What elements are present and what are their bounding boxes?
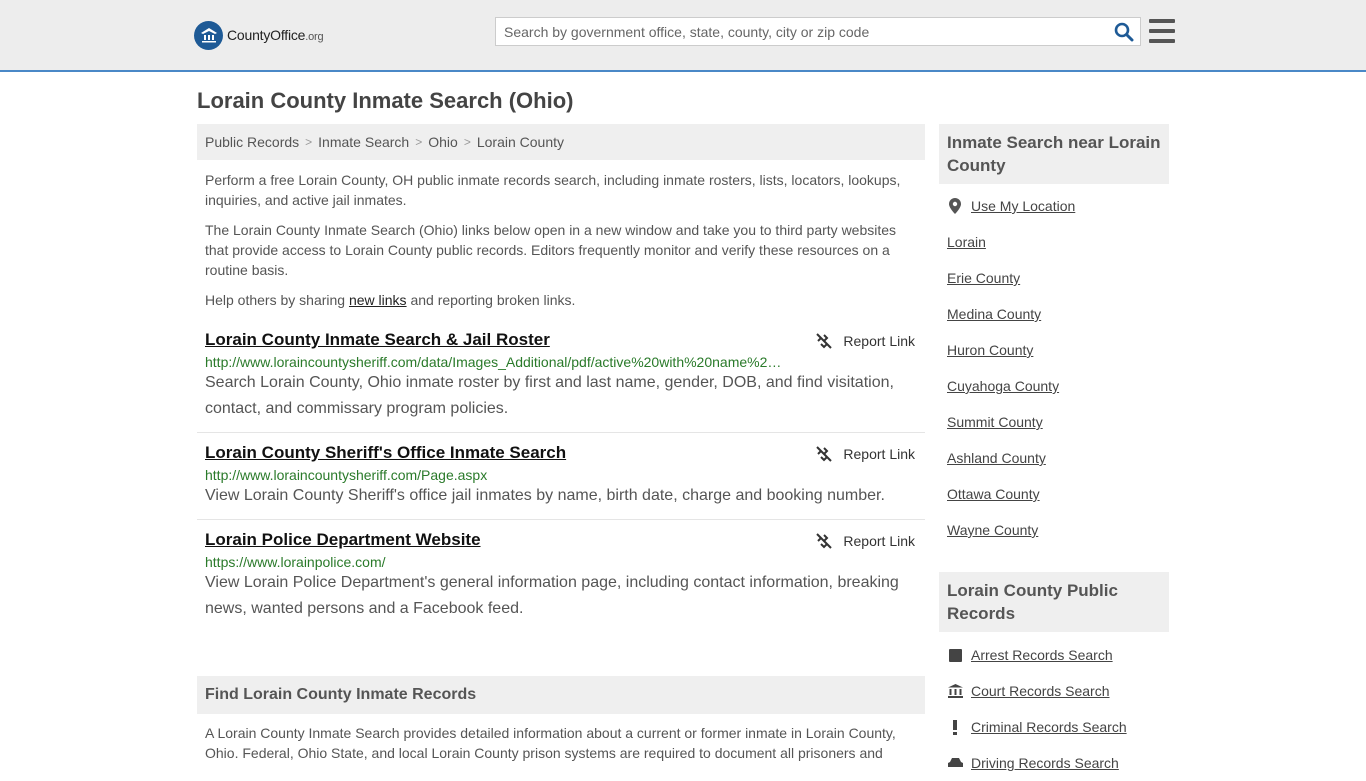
intro-paragraph: The Lorain County Inmate Search (Ohio) l… <box>205 222 897 278</box>
find-records-heading: Find Lorain County Inmate Records <box>197 676 925 714</box>
sidebar-item-nearby[interactable]: Wayne County <box>939 512 1169 548</box>
sidebar-item-use-location[interactable]: Use My Location <box>939 188 1169 224</box>
site-search <box>495 17 1141 46</box>
breadcrumb-inmate-search[interactable]: Inmate Search <box>318 134 409 160</box>
sidebar-public-records: Lorain County Public Records Arrest Reco… <box>939 572 1169 781</box>
chevron-right-icon: > <box>305 135 313 149</box>
result-item: Lorain County Inmate Search & Jail Roste… <box>197 330 925 433</box>
square-icon <box>947 648 963 662</box>
chevron-right-icon: > <box>463 135 471 149</box>
report-link-button[interactable]: Report Link <box>815 332 915 350</box>
sidebar-heading: Lorain County Public Records <box>939 572 1169 632</box>
intro-paragraph: Perform a free Lorain County, OH public … <box>205 172 901 208</box>
sidebar-item-nearby[interactable]: Erie County <box>939 260 1169 296</box>
search-input[interactable] <box>496 18 1106 45</box>
intro-text: Perform a free Lorain County, OH public … <box>197 170 925 310</box>
chevron-right-icon: > <box>415 135 423 149</box>
find-records-text: A Lorain County Inmate Search provides d… <box>205 725 896 761</box>
sidebar-item-nearby[interactable]: Huron County <box>939 332 1169 368</box>
breadcrumb: Public Records > Inmate Search > Ohio > … <box>197 124 925 160</box>
sidebar-item-nearby[interactable]: Summit County <box>939 404 1169 440</box>
result-title-link[interactable]: Lorain County Sheriff's Office Inmate Se… <box>205 443 566 463</box>
sidebar-item-nearby[interactable]: Ashland County <box>939 440 1169 476</box>
result-url[interactable]: https://www.lorainpolice.com/ <box>205 554 785 570</box>
breadcrumb-ohio[interactable]: Ohio <box>428 134 458 160</box>
page-title: Lorain County Inmate Search (Ohio) <box>197 88 574 113</box>
search-icon[interactable] <box>1114 22 1134 42</box>
map-marker-icon <box>947 198 963 214</box>
exclamation-icon <box>947 719 963 735</box>
share-links-note: Help others by sharing new links and rep… <box>205 292 576 308</box>
breadcrumb-public-records[interactable]: Public Records <box>205 134 299 160</box>
result-url[interactable]: http://www.loraincountysheriff.com/data/… <box>205 354 785 370</box>
result-description: View Lorain County Sheriff's office jail… <box>205 487 885 504</box>
result-description: Search Lorain County, Ohio inmate roster… <box>205 374 894 417</box>
main-content: Public Records > Inmate Search > Ohio > … <box>197 124 925 622</box>
car-icon <box>947 757 963 769</box>
breadcrumb-lorain-county[interactable]: Lorain County <box>477 134 564 160</box>
result-item: Lorain County Sheriff's Office Inmate Se… <box>197 433 925 520</box>
broken-link-icon <box>816 333 833 349</box>
sidebar-item-nearby[interactable]: Lorain <box>939 224 1169 260</box>
sidebar-item-driving-records[interactable]: Driving Records Search <box>939 745 1169 781</box>
broken-link-icon <box>816 533 833 549</box>
new-links-link[interactable]: new links <box>349 292 407 308</box>
broken-link-icon <box>816 446 833 462</box>
sidebar-nearby: Inmate Search near Lorain County Use My … <box>939 124 1169 548</box>
result-item: Lorain Police Department Website Report … <box>197 520 925 622</box>
result-title-link[interactable]: Lorain County Inmate Search & Jail Roste… <box>205 330 550 350</box>
site-logo[interactable]: CountyOffice.org <box>194 20 324 50</box>
report-link-button[interactable]: Report Link <box>815 445 915 463</box>
result-title-link[interactable]: Lorain Police Department Website <box>205 530 481 550</box>
logo-wordmark: CountyOffice.org <box>227 27 324 43</box>
courthouse-icon <box>947 684 963 698</box>
sidebar-item-nearby[interactable]: Cuyahoga County <box>939 368 1169 404</box>
sidebar-item-court-records[interactable]: Court Records Search <box>939 673 1169 709</box>
result-url[interactable]: http://www.loraincountysheriff.com/Page.… <box>205 467 785 483</box>
sidebar-heading: Inmate Search near Lorain County <box>939 124 1169 184</box>
report-link-button[interactable]: Report Link <box>815 532 915 550</box>
result-description: View Lorain Police Department's general … <box>205 574 899 617</box>
sidebar-item-criminal-records[interactable]: Criminal Records Search <box>939 709 1169 745</box>
sidebar-item-nearby[interactable]: Ottawa County <box>939 476 1169 512</box>
hamburger-menu-icon[interactable] <box>1149 19 1175 43</box>
site-header: CountyOffice.org <box>0 0 1366 72</box>
logo-seal-icon <box>194 20 223 50</box>
sidebar-item-nearby[interactable]: Medina County <box>939 296 1169 332</box>
sidebar-item-arrest-records[interactable]: Arrest Records Search <box>939 637 1169 673</box>
